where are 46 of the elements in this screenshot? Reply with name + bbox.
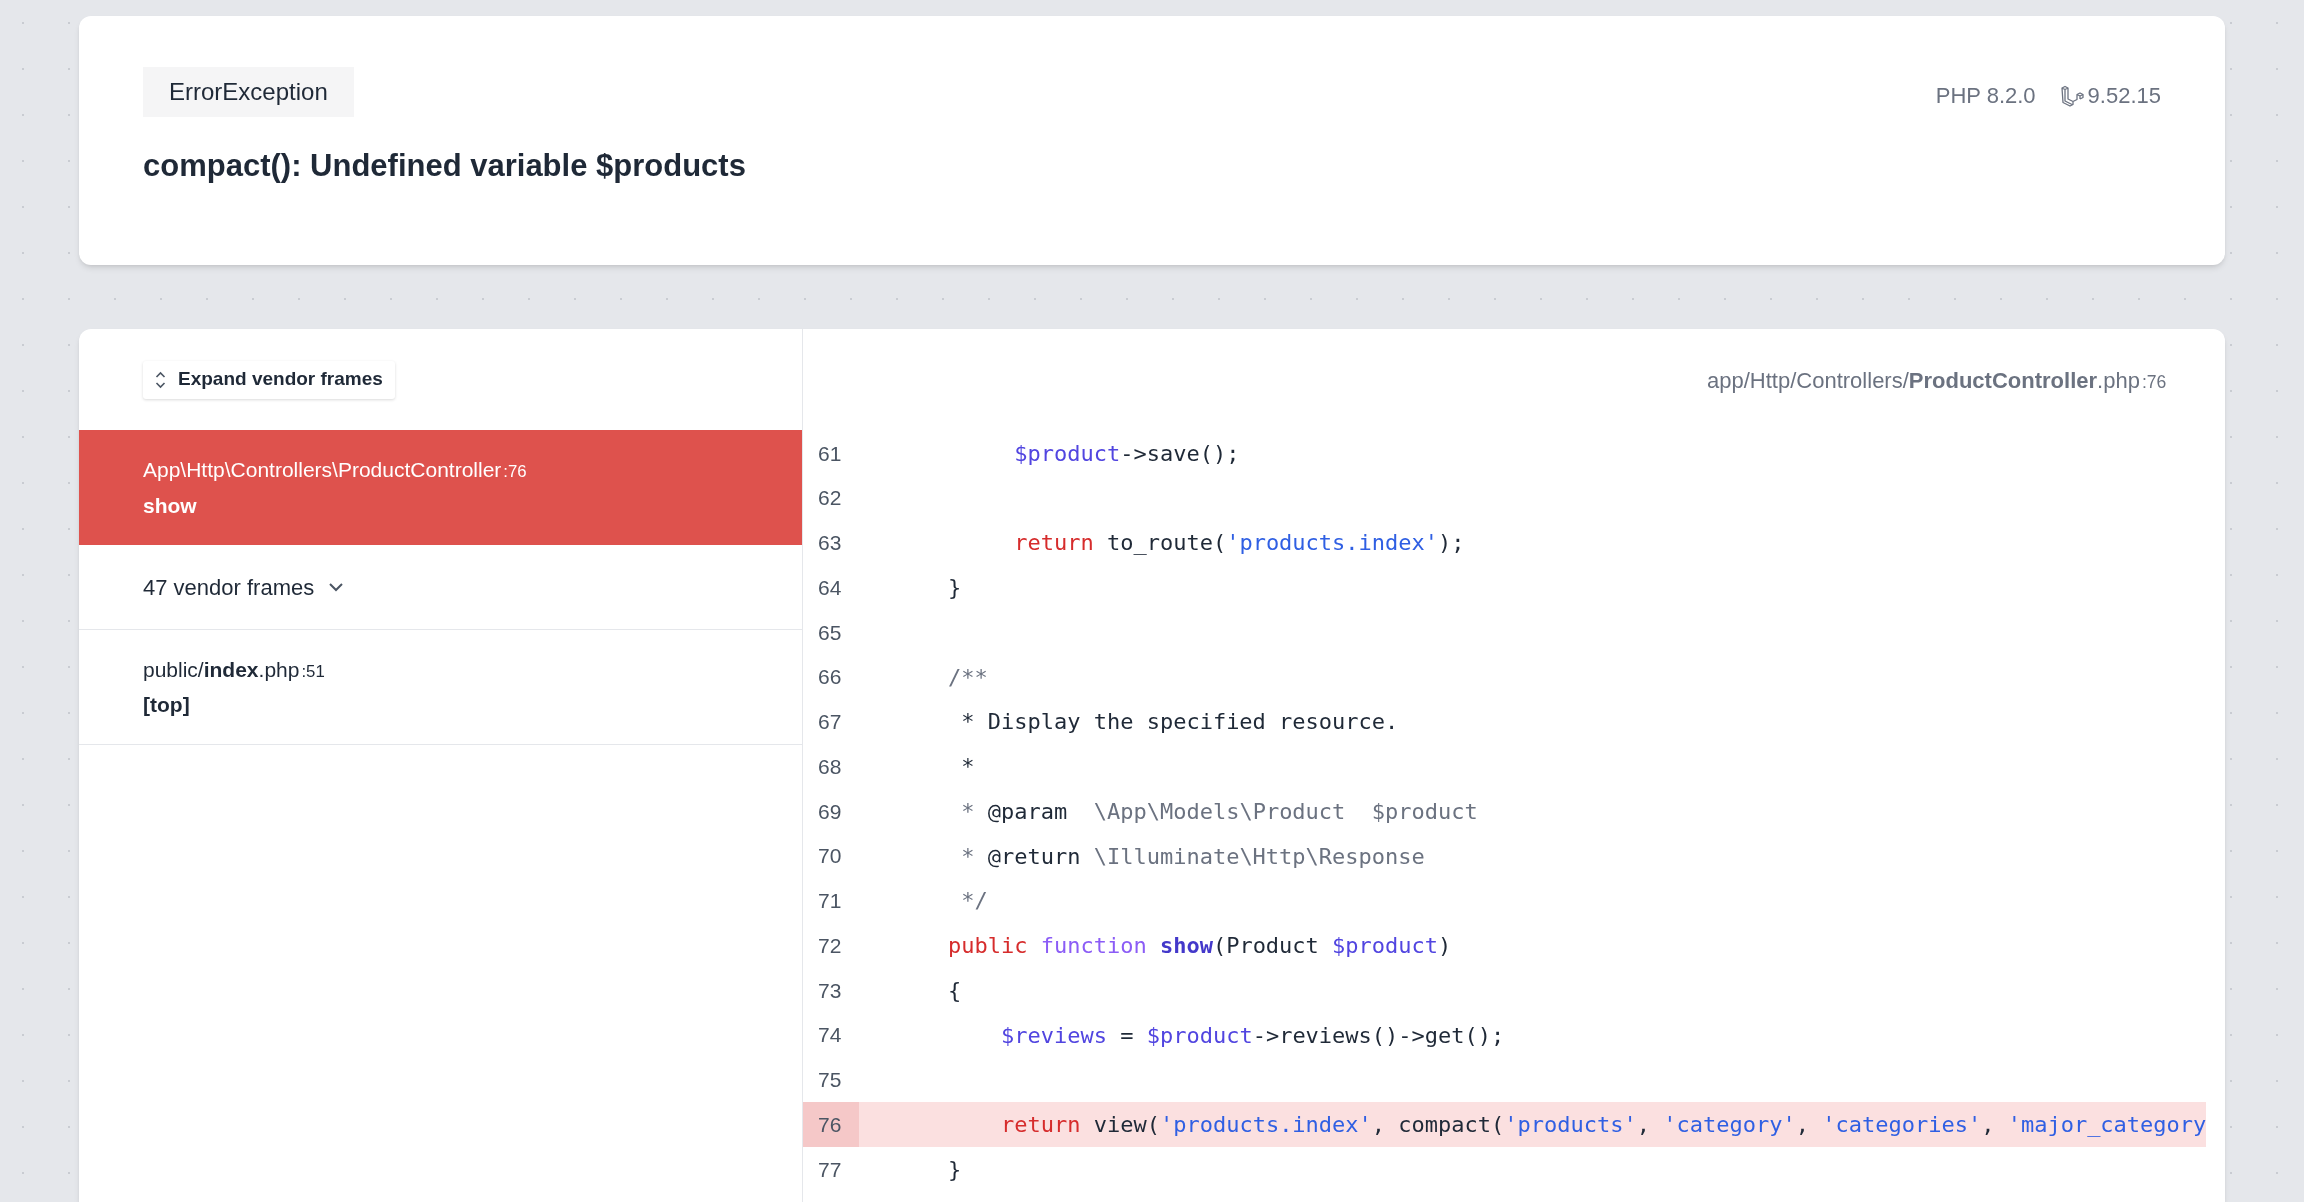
chevron-down-icon xyxy=(328,582,345,592)
error-message: compact(): Undefined variable $products xyxy=(143,147,746,185)
code-line: $product->save(); xyxy=(1013,439,1240,468)
line-number: 66 xyxy=(818,664,842,691)
php-version: PHP 8.2.0 xyxy=(1935,82,2036,110)
stack-frame[interactable]: App\Http\Controllers\ProductController:76 show xyxy=(79,430,802,545)
code-line: * xyxy=(960,753,975,782)
line-number: 62 xyxy=(818,485,842,512)
expand-vendor-frames-button[interactable]: Expand vendor frames xyxy=(143,360,395,399)
line-number: 63 xyxy=(818,530,842,557)
stack-frame[interactable]: public/index.php:51 [top] xyxy=(79,630,802,745)
line-number: 73 xyxy=(818,977,842,1004)
file-path: app/Http/Controllers/ProductController.php:76 xyxy=(1707,366,2167,395)
expand-icon xyxy=(155,370,166,389)
code-line: */ xyxy=(960,887,988,916)
line-number: 69 xyxy=(818,798,842,825)
code-line: * Display the specified resource. xyxy=(960,708,1399,737)
line-number: 72 xyxy=(818,932,842,959)
frame-file: public/index.php:51 xyxy=(143,656,326,683)
code-line: return to_route('products.index'); xyxy=(1013,529,1465,558)
line-number: 77 xyxy=(818,1156,842,1183)
frame-method: show xyxy=(143,492,198,519)
code-line: { xyxy=(946,976,962,1005)
exception-type-badge: ErrorException xyxy=(143,67,354,117)
line-number: 71 xyxy=(818,888,842,915)
line-number: 74 xyxy=(818,1022,842,1049)
code-line: $reviews = $product->reviews()->get(); xyxy=(999,1021,1505,1050)
line-number: 75 xyxy=(818,1067,842,1094)
line-number: 76 xyxy=(818,1111,842,1138)
code-line: } xyxy=(946,1155,962,1184)
line-number: 61 xyxy=(818,440,842,467)
code-line: * @param \App\Models\Product $product xyxy=(960,797,1478,826)
line-number: 68 xyxy=(818,753,842,780)
line-number: 70 xyxy=(818,843,842,870)
code-line: * @return \Illuminate\Http\Response xyxy=(960,842,1425,871)
line-number: 65 xyxy=(818,619,842,646)
stacked-cubes-icon xyxy=(2059,83,2084,108)
frame-method: [top] xyxy=(143,692,191,718)
code-line: return view('products.index', compact('products', 'category', 'categories', 'major_category xyxy=(999,1111,2207,1140)
frame-file: App\Http\Controllers\ProductController:76 xyxy=(143,457,528,483)
line-number: 64 xyxy=(818,574,842,601)
code-line: } xyxy=(946,574,962,603)
framework-version: 9.52.15 xyxy=(2087,82,2161,110)
code-line: /** xyxy=(946,663,988,692)
code-line: public function show(Product $product) xyxy=(946,932,1452,961)
line-number: 67 xyxy=(818,709,842,736)
